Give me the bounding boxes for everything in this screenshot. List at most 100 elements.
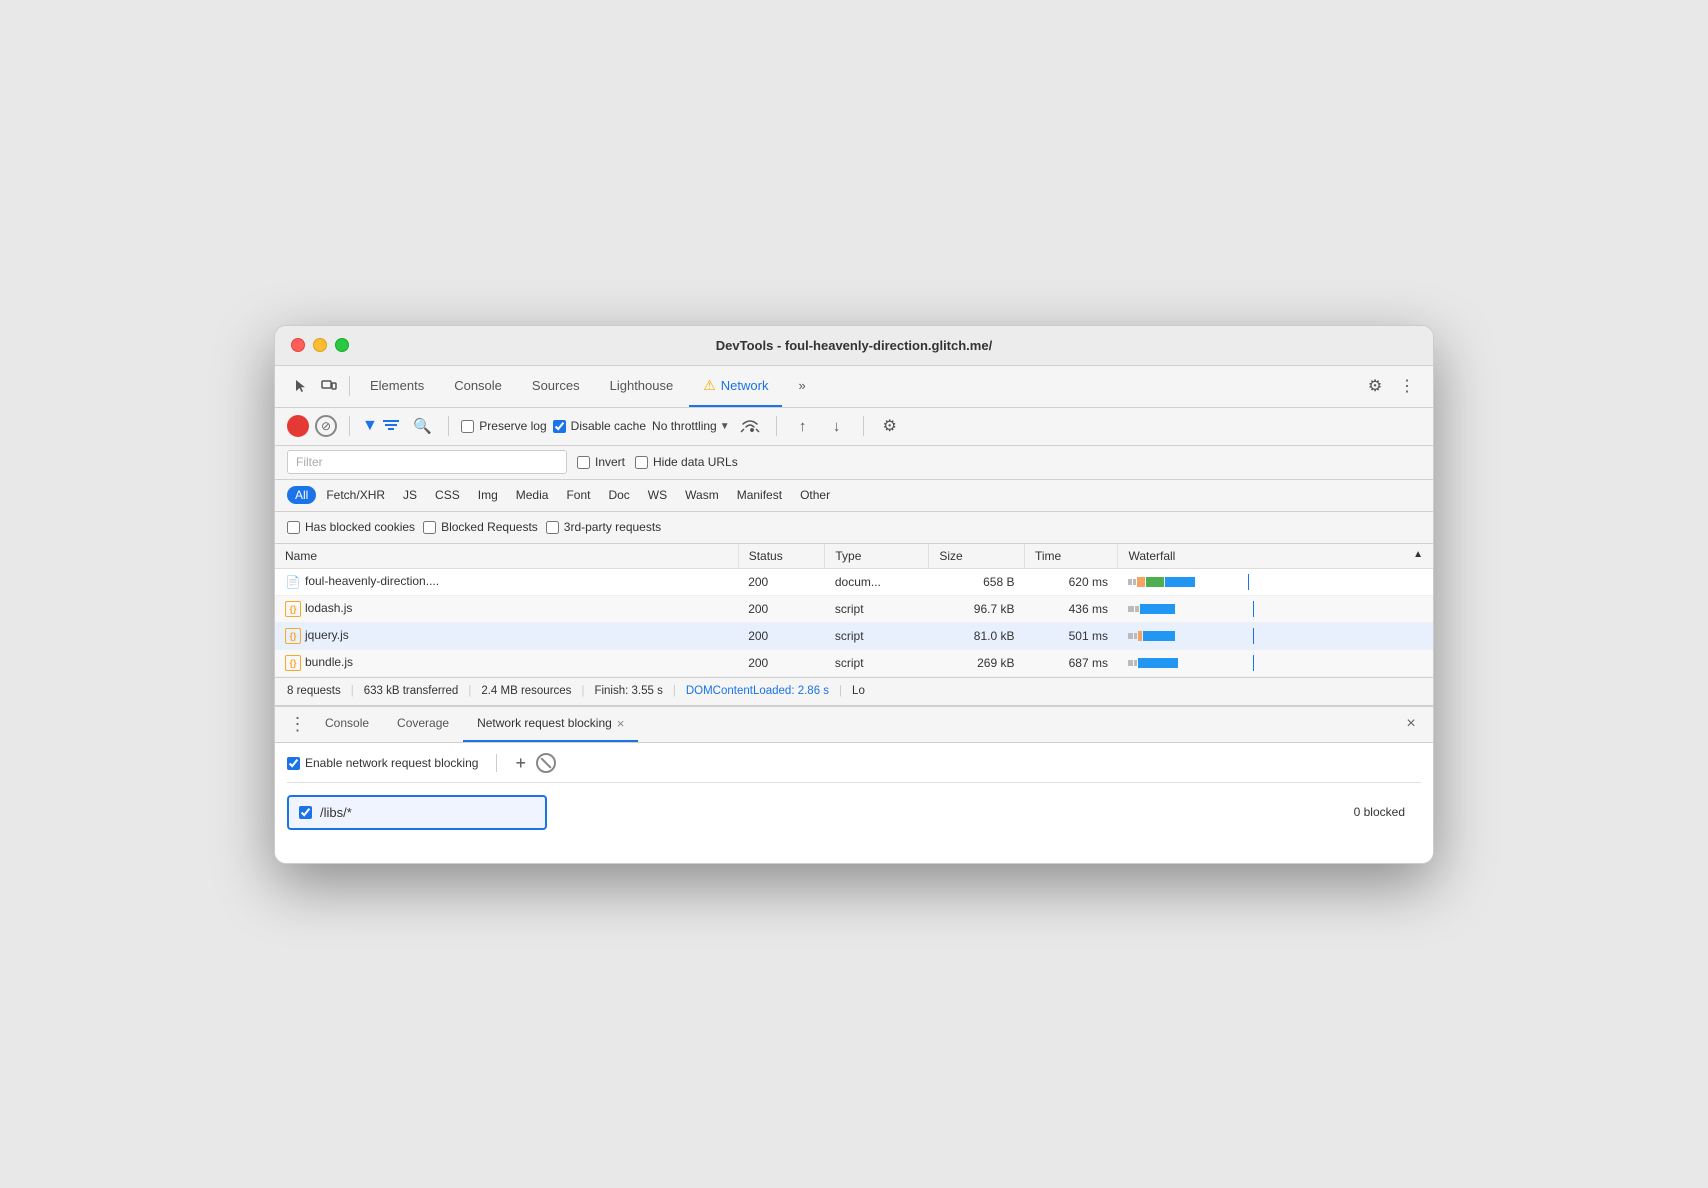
bottom-tab-console[interactable]: Console xyxy=(311,706,383,742)
titlebar: DevTools - foul-heavenly-direction.glitc… xyxy=(275,326,1433,366)
col-type[interactable]: Type xyxy=(825,544,929,569)
network-settings-icon[interactable]: ⚙ xyxy=(876,412,904,440)
type-btn-css[interactable]: CSS xyxy=(427,486,468,504)
table-row[interactable]: 📄foul-heavenly-direction....200docum...6… xyxy=(275,568,1433,595)
upload-icon[interactable]: ↑ xyxy=(789,412,817,440)
record-button[interactable] xyxy=(287,415,309,437)
status-cell: 200 xyxy=(738,595,825,622)
minimize-button[interactable] xyxy=(313,338,327,352)
load-text: Lo xyxy=(852,685,865,697)
type-btn-media[interactable]: Media xyxy=(508,486,557,504)
type-btn-wasm[interactable]: Wasm xyxy=(677,486,727,504)
type-cell: docum... xyxy=(825,568,929,595)
type-cell: script xyxy=(825,595,929,622)
nt-sep-3 xyxy=(776,416,777,436)
type-btn-other[interactable]: Other xyxy=(792,486,838,504)
tab-network[interactable]: ⚠ Network xyxy=(689,365,782,407)
throttle-select[interactable]: No throttling ▼ xyxy=(652,419,730,433)
tab-list: Elements Console Sources Lighthouse ⚠ Ne… xyxy=(356,365,1361,407)
col-time[interactable]: Time xyxy=(1024,544,1117,569)
type-filter-bar: All Fetch/XHR JS CSS Img Media Font Doc … xyxy=(275,480,1433,512)
nt-sep-1 xyxy=(349,416,350,436)
tab-more[interactable]: » xyxy=(784,365,819,407)
finish-time: Finish: 3.55 s xyxy=(594,685,662,697)
rule-checkbox[interactable] xyxy=(299,806,312,819)
col-size[interactable]: Size xyxy=(929,544,1025,569)
preserve-log-checkbox[interactable]: Preserve log xyxy=(461,419,546,433)
more-options-icon[interactable]: ⋮ xyxy=(1393,372,1421,400)
type-btn-manifest[interactable]: Manifest xyxy=(729,486,790,504)
status-sep-1: | xyxy=(351,685,354,697)
tab-elements[interactable]: Elements xyxy=(356,365,438,407)
device-toggle-icon[interactable] xyxy=(315,372,343,400)
type-btn-fetchxhr[interactable]: Fetch/XHR xyxy=(318,486,393,504)
bottom-tabs-menu-icon[interactable]: ⋮ xyxy=(283,710,311,738)
invert-input[interactable] xyxy=(577,456,590,469)
table-row[interactable]: {}lodash.js200script96.7 kB436 ms xyxy=(275,595,1433,622)
col-name[interactable]: Name xyxy=(275,544,738,569)
type-btn-doc[interactable]: Doc xyxy=(600,486,637,504)
tab-lighthouse[interactable]: Lighthouse xyxy=(596,365,688,407)
type-btn-font[interactable]: Font xyxy=(558,486,598,504)
enable-blocking-input[interactable] xyxy=(287,757,300,770)
bottom-panel: ⋮ Console Coverage Network request block… xyxy=(275,705,1433,863)
col-waterfall[interactable]: Waterfall ▲ xyxy=(1118,544,1433,569)
network-toolbar: ⊘ ▼ 🔍 Preserve log Disable cache No thro… xyxy=(275,408,1433,446)
type-btn-img[interactable]: Img xyxy=(470,486,506,504)
tab-sources[interactable]: Sources xyxy=(518,365,594,407)
filter-icon[interactable]: ▼ xyxy=(362,417,402,435)
waterfall-cell xyxy=(1118,595,1433,622)
cursor-icon[interactable] xyxy=(287,372,315,400)
main-toolbar: Elements Console Sources Lighthouse ⚠ Ne… xyxy=(275,366,1433,408)
throttle-arrow-icon: ▼ xyxy=(720,421,730,432)
has-blocked-cookies-input[interactable] xyxy=(287,521,300,534)
search-icon[interactable]: 🔍 xyxy=(408,412,436,440)
script-icon: {} xyxy=(285,655,301,671)
script-icon: {} xyxy=(285,628,301,644)
preserve-log-input[interactable] xyxy=(461,420,474,433)
close-bottom-panel-icon[interactable]: × xyxy=(1397,710,1425,738)
disable-cache-checkbox[interactable]: Disable cache xyxy=(553,419,646,433)
blocking-sep xyxy=(496,754,497,772)
status-sep-5: | xyxy=(839,685,842,697)
hide-data-urls-input[interactable] xyxy=(635,456,648,469)
wifi-icon[interactable] xyxy=(736,412,764,440)
enable-blocking-checkbox[interactable]: Enable network request blocking xyxy=(287,756,478,770)
third-party-input[interactable] xyxy=(546,521,559,534)
hide-data-urls-checkbox[interactable]: Hide data URLs xyxy=(635,455,738,469)
table-row[interactable]: {}jquery.js200script81.0 kB501 ms xyxy=(275,622,1433,649)
status-sep-2: | xyxy=(468,685,471,697)
close-button[interactable] xyxy=(291,338,305,352)
third-party-checkbox[interactable]: 3rd-party requests xyxy=(546,520,661,534)
tab-console[interactable]: Console xyxy=(440,365,516,407)
maximize-button[interactable] xyxy=(335,338,349,352)
stop-icon[interactable]: ⊘ xyxy=(315,415,337,437)
blocked-requests-input[interactable] xyxy=(423,521,436,534)
filter-input[interactable]: Filter xyxy=(287,450,567,474)
invert-checkbox[interactable]: Invert xyxy=(577,455,625,469)
type-cell: script xyxy=(825,649,929,676)
blocked-requests-checkbox[interactable]: Blocked Requests xyxy=(423,520,538,534)
clear-all-icon[interactable] xyxy=(536,753,556,773)
size-cell: 81.0 kB xyxy=(929,622,1025,649)
table-row[interactable]: {}bundle.js200script269 kB687 ms xyxy=(275,649,1433,676)
type-btn-js[interactable]: JS xyxy=(395,486,425,504)
status-sep-4: | xyxy=(673,685,676,697)
bottom-tab-coverage[interactable]: Coverage xyxy=(383,706,463,742)
col-status[interactable]: Status xyxy=(738,544,825,569)
bottom-tab-network-request-blocking[interactable]: Network request blocking × xyxy=(463,706,638,742)
disable-cache-input[interactable] xyxy=(553,420,566,433)
size-cell: 269 kB xyxy=(929,649,1025,676)
table-header-row: Name Status Type Size Time Wat xyxy=(275,544,1433,569)
waterfall-cell xyxy=(1118,622,1433,649)
has-blocked-cookies-checkbox[interactable]: Has blocked cookies xyxy=(287,520,415,534)
download-icon[interactable]: ↓ xyxy=(823,412,851,440)
settings-icon[interactable]: ⚙ xyxy=(1361,372,1389,400)
blocking-rule[interactable]: /libs/* xyxy=(287,795,547,830)
close-tab-icon[interactable]: × xyxy=(617,717,625,730)
type-btn-ws[interactable]: WS xyxy=(640,486,675,504)
dom-content-loaded: DOMContentLoaded: 2.86 s xyxy=(686,685,829,697)
type-btn-all[interactable]: All xyxy=(287,486,316,504)
add-pattern-icon[interactable]: + xyxy=(515,753,526,774)
script-icon: {} xyxy=(285,601,301,617)
